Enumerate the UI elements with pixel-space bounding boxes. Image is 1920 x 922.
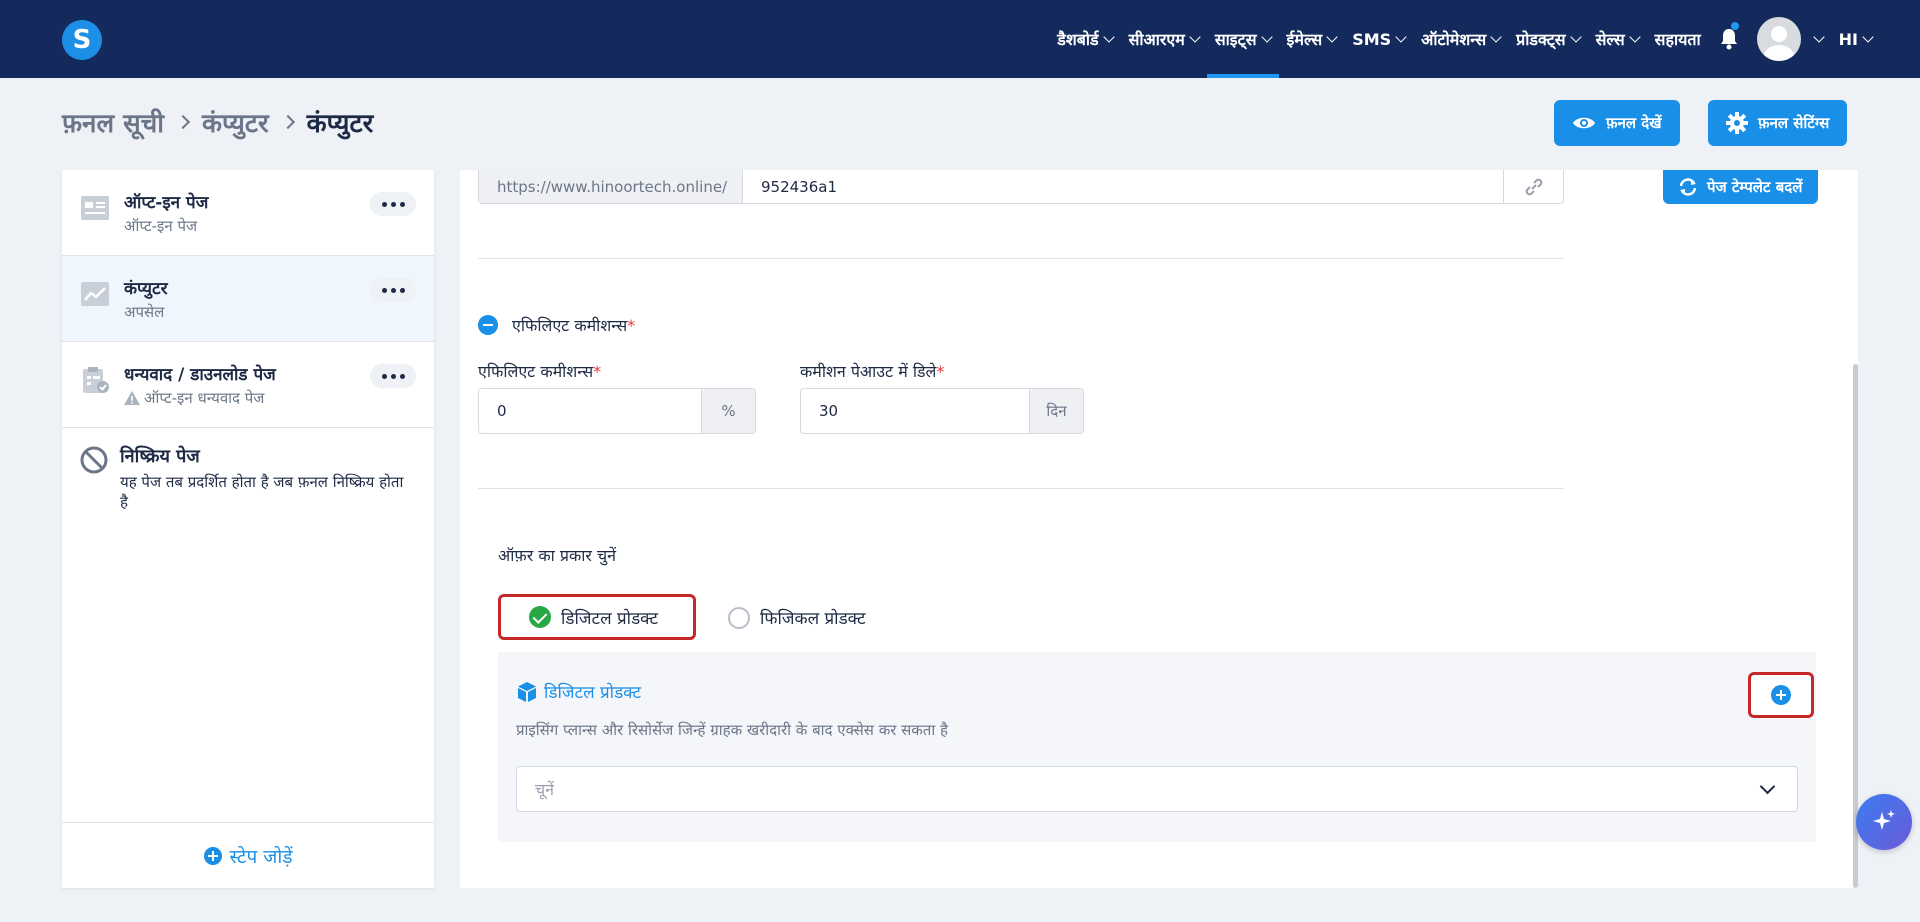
funnel-settings-button[interactable]: फ़नल सेटिंग्स	[1708, 100, 1848, 146]
page-url-field: https://www.hinoortech.online/ 952436a1	[478, 170, 1564, 204]
sidebar-step-computer[interactable]: कंप्युटर अपसेल	[62, 256, 434, 342]
step-settings-panel: https://www.hinoortech.online/ 952436a1 …	[460, 170, 1858, 888]
digital-product-desc: प्राइसिंग प्लान्स और रिसोर्सेज जिन्हें ग…	[516, 721, 948, 739]
affiliate-commission-input[interactable]: 0 %	[478, 388, 756, 434]
breadcrumb: फ़नल सूची कंप्युटर कंप्युटर	[62, 104, 373, 140]
upsell-chart-icon	[81, 282, 109, 306]
percent-addon: %	[701, 389, 755, 433]
chevron-down-icon	[1395, 30, 1407, 43]
ban-icon	[80, 446, 108, 474]
payout-delay-input[interactable]: 30 दिन	[800, 388, 1084, 434]
scrollbar[interactable]	[1853, 364, 1858, 888]
top-navbar: S डैशबोर्ड सीआरएम साइट्स ईमेल्स SMS ऑटोम…	[0, 0, 1920, 78]
chevron-down-icon	[1862, 30, 1874, 43]
nav-item-sms[interactable]: SMS	[1344, 0, 1413, 78]
chevron-down-icon	[1812, 30, 1825, 43]
link-icon[interactable]	[1503, 170, 1563, 203]
digital-product-radio[interactable]: डिजिटल प्रोडक्ट	[498, 594, 696, 640]
nav-item-emails[interactable]: ईमेल्स	[1279, 0, 1345, 78]
digital-product-select[interactable]: चूनें	[516, 766, 1798, 812]
physical-product-radio[interactable]: फिजिकल प्रोडक्ट	[728, 606, 866, 629]
avatar[interactable]	[1756, 17, 1801, 61]
language-switcher[interactable]: HI	[1831, 0, 1880, 78]
chevron-right-icon	[175, 114, 191, 130]
divider	[478, 258, 1564, 259]
box-icon	[518, 681, 536, 702]
avatar-menu-toggle[interactable]	[1801, 0, 1831, 78]
inactive-page-desc: यह पेज तब प्रदर्शित होता है जब फ़नल निष्…	[120, 473, 404, 511]
nav-item-automations[interactable]: ऑटोमेशन्स	[1413, 0, 1508, 78]
chevron-down-icon	[1326, 30, 1338, 43]
more-options-button[interactable]	[370, 364, 416, 388]
clipboard-check-icon	[83, 367, 109, 393]
sidebar-step-thankyou[interactable]: धन्यवाद / डाउनलोड पेज ऑप्ट-इन धन्यवाद पे…	[62, 342, 434, 428]
chevron-down-icon	[1102, 30, 1115, 43]
more-options-button[interactable]	[370, 192, 416, 216]
breadcrumb-current-step: कंप्युटर	[306, 109, 374, 139]
gear-icon	[1726, 112, 1748, 134]
chevron-down-icon	[1759, 778, 1776, 795]
chevron-down-icon	[1490, 30, 1502, 43]
radio-empty-icon	[728, 606, 750, 629]
step-subtitle: अपसेल	[124, 303, 165, 321]
check-circle-icon	[529, 606, 551, 628]
payout-delay-label: कमीशन पेआउट में डिले*	[800, 362, 945, 381]
minus-circle-icon	[478, 315, 498, 335]
nav-item-sites[interactable]: साइट्स	[1206, 0, 1279, 78]
warning-icon	[124, 391, 140, 405]
step-subtitle: ऑप्ट-इन पेज	[124, 217, 198, 235]
chevron-down-icon	[1569, 30, 1582, 43]
chevron-right-icon	[280, 114, 295, 130]
chevron-down-icon	[1628, 30, 1641, 43]
nav-item-sales[interactable]: सेल्स	[1588, 0, 1647, 78]
affiliate-section-toggle[interactable]: एफिलिएट कमीशन्स *	[478, 314, 635, 336]
step-title: ऑप्ट-इन पेज	[124, 193, 209, 213]
ai-assistant-button[interactable]	[1856, 794, 1912, 850]
view-funnel-button[interactable]: फ़नल देखें	[1554, 100, 1680, 146]
url-prefix: https://www.hinoortech.online/	[479, 170, 743, 203]
nav-item-crm[interactable]: सीआरएम	[1121, 0, 1207, 78]
digital-product-title: डिजिटल प्रोडक्ट	[516, 680, 641, 703]
refresh-icon	[1679, 178, 1697, 196]
funnel-steps-sidebar: ऑप्ट-इन पेज ऑप्ट-इन पेज कंप्युटर अपसेल ध…	[62, 170, 434, 888]
step-title: कंप्युटर	[124, 279, 168, 299]
notification-dot	[1730, 22, 1739, 30]
form-page-icon	[81, 196, 109, 220]
nav-item-help[interactable]: सहायता	[1647, 0, 1709, 78]
breadcrumb-funnel-list[interactable]: फ़नल सूची	[62, 104, 164, 140]
nav-item-products[interactable]: प्रोडक्ट्स	[1508, 0, 1587, 78]
nav-item-dashboard[interactable]: डैशबोर्ड	[1049, 0, 1120, 78]
plus-circle-icon	[1771, 685, 1791, 705]
affiliate-commission-label: एफिलिएट कमीशन्स*	[478, 362, 602, 381]
add-step-button[interactable]: स्टेप जोड़ें	[62, 822, 434, 888]
nav-menu: डैशबोर्ड सीआरएम साइट्स ईमेल्स SMS ऑटोमेश…	[1049, 0, 1880, 78]
offer-type-label: ऑफ़र का प्रकार चुनें	[498, 546, 617, 565]
notifications-bell-icon[interactable]	[1709, 0, 1749, 78]
step-title: धन्यवाद / डाउनलोड पेज	[124, 365, 276, 385]
add-digital-product-button[interactable]	[1748, 672, 1814, 718]
sidebar-step-optin[interactable]: ऑप्ट-इन पेज ऑप्ट-इन पेज	[62, 170, 434, 256]
divider	[478, 488, 1564, 489]
chevron-down-icon	[1189, 30, 1201, 43]
app-logo[interactable]: S	[62, 20, 102, 60]
inactive-page-title: निष्क्रिय पेज	[120, 446, 200, 467]
breadcrumb-funnel[interactable]: कंप्युटर	[202, 104, 269, 140]
chevron-down-icon	[1260, 30, 1273, 43]
step-subtitle-row: ऑप्ट-इन धन्यवाद पेज	[124, 388, 264, 408]
eye-icon	[1573, 117, 1595, 129]
plus-circle-icon	[203, 846, 222, 865]
days-addon: दिन	[1029, 389, 1083, 433]
digital-product-panel: डिजिटल प्रोडक्ट प्राइसिंग प्लान्स और रिस…	[498, 652, 1816, 842]
change-template-button[interactable]: पेज टेम्पलेट बदलें	[1663, 170, 1819, 204]
sparkles-icon	[1873, 810, 1895, 830]
more-options-button[interactable]	[370, 278, 416, 302]
url-slug-input[interactable]: 952436a1	[743, 170, 1503, 203]
